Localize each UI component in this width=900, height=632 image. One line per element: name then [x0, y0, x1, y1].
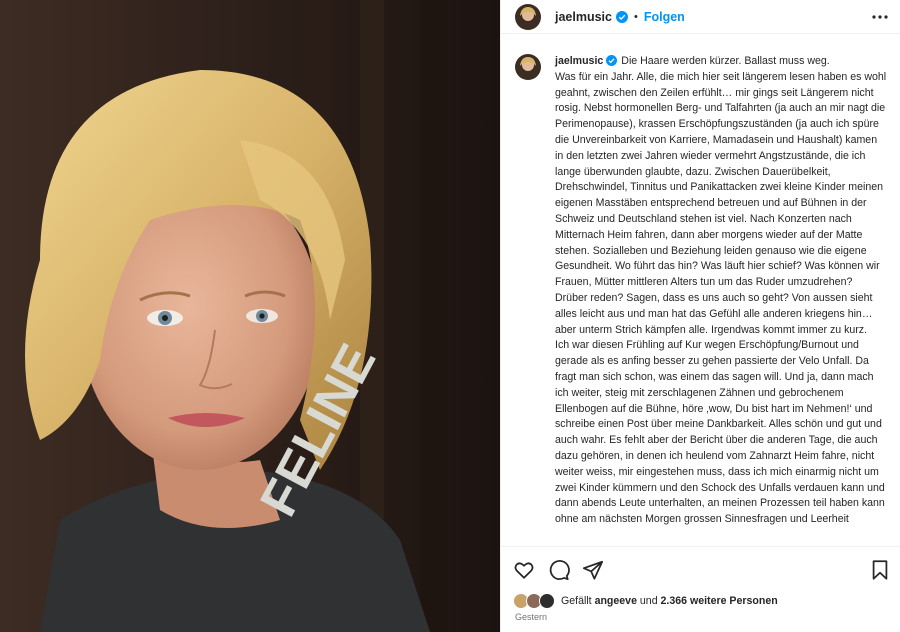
caption-section[interactable]: jaelmusic Die Haare werden kürzer. Ballas…: [501, 34, 900, 546]
caption-text-block: jaelmusic Die Haare werden kürzer. Ballas…: [555, 54, 887, 528]
post-photo[interactable]: FELINE: [0, 0, 500, 632]
likes-count[interactable]: 2.366 weitere Personen: [661, 595, 778, 607]
share-icon[interactable]: [582, 559, 604, 581]
post-date[interactable]: Gestern: [515, 612, 547, 622]
liker-avatar: [539, 593, 555, 609]
instagram-post: FELINE jaelmusic • Folgen jaelmusic Die …: [0, 0, 900, 632]
bookmark-icon[interactable]: [869, 559, 891, 581]
post-header: jaelmusic • Folgen: [501, 0, 900, 34]
liker-avatars[interactable]: [513, 593, 557, 609]
comment-icon[interactable]: [548, 559, 570, 581]
more-horizontal-icon[interactable]: [871, 8, 889, 26]
likes-user[interactable]: angeeve: [595, 595, 637, 607]
follow-button[interactable]: Folgen: [644, 10, 685, 24]
post-side-panel: jaelmusic • Folgen jaelmusic Die Haare we…: [500, 0, 900, 632]
portrait-image: FELINE: [0, 0, 500, 632]
likes-prefix: Gefällt: [561, 595, 595, 607]
likes-middle: und: [636, 595, 661, 607]
likes-line: Gefällt angeeve und 2.366 weitere Person…: [513, 592, 778, 610]
caption-body: Die Haare werden kürzer. Ballast muss we…: [555, 55, 887, 526]
caption-row: jaelmusic Die Haare werden kürzer. Ballas…: [515, 54, 887, 528]
avatar[interactable]: [515, 3, 541, 30]
verified-badge-icon: [606, 55, 618, 66]
header-username[interactable]: jaelmusic: [555, 10, 612, 24]
verified-badge-icon: [615, 10, 628, 23]
action-bar: [501, 546, 900, 592]
heart-icon[interactable]: [513, 559, 535, 581]
caption-avatar[interactable]: [515, 54, 541, 80]
caption-username[interactable]: jaelmusic: [555, 55, 603, 67]
header-separator: •: [633, 10, 638, 23]
